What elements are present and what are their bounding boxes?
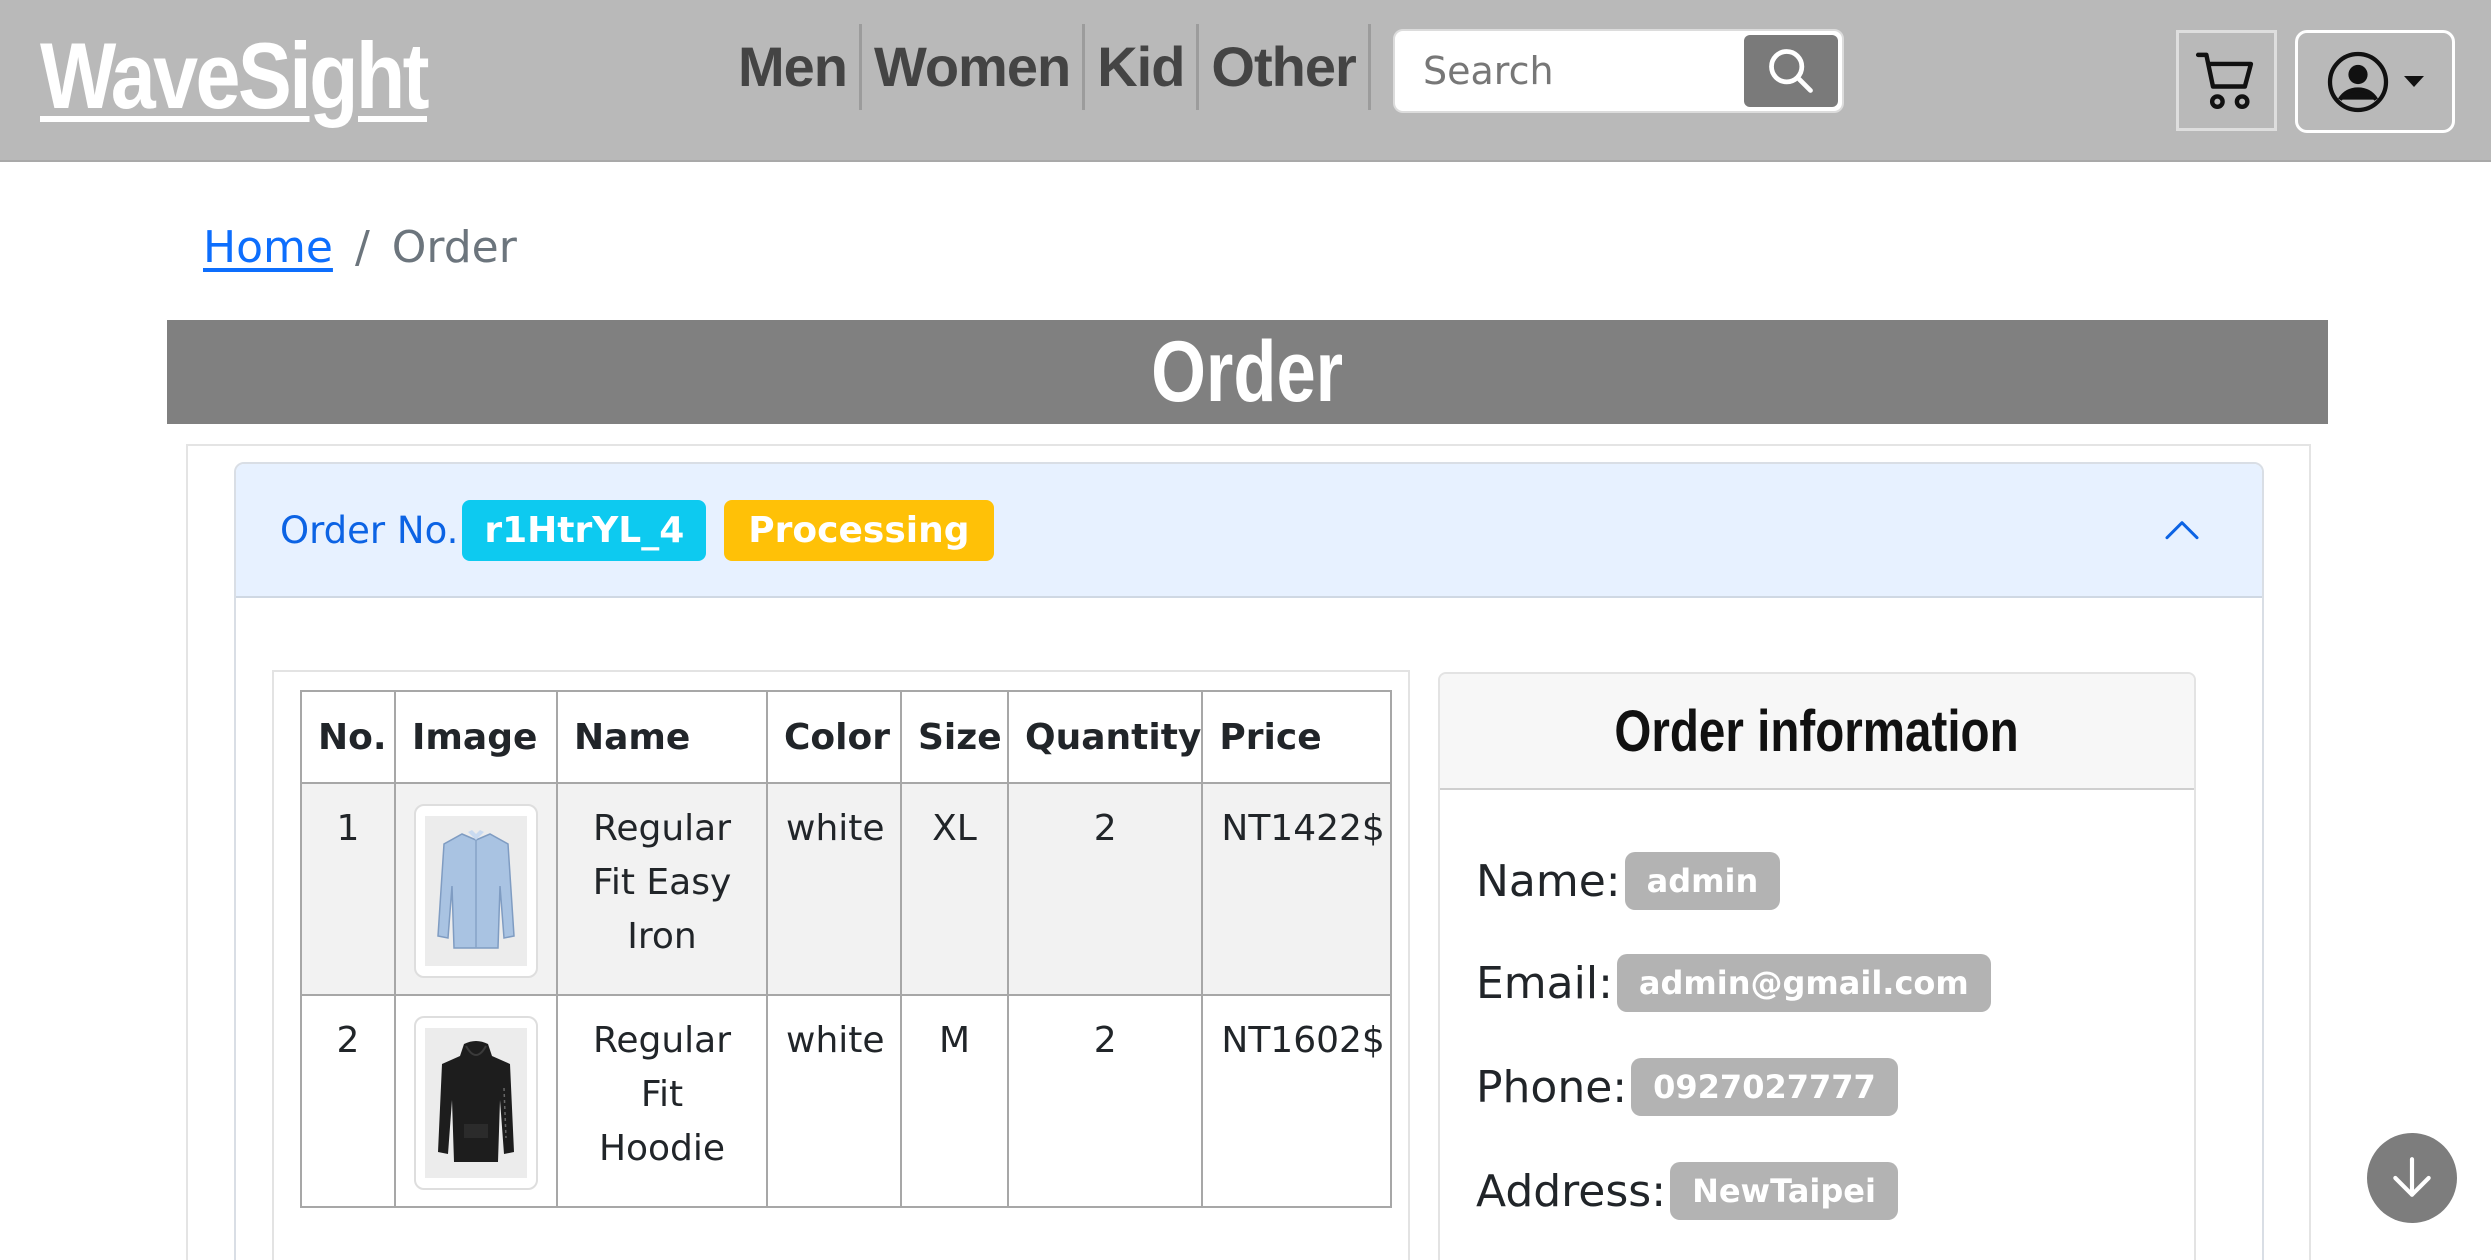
cell-image [394,994,558,1208]
breadcrumb-separator: / [354,222,370,273]
order-status-badge: Processing [724,499,994,561]
column-header-size: Size [900,690,1009,784]
info-value-phone: 0927027777 [1631,1058,1898,1116]
column-header-no: No. [300,690,396,784]
order-info-card: Order information Name: admin Email: adm… [1438,672,2196,1260]
info-row-email: Email: admin@gmail.com [1476,954,1991,1012]
navbar: WaveSight Men Women Kid Other [0,0,2491,162]
order-info-header: Order information [1440,674,2194,790]
search-button[interactable] [1744,35,1838,107]
cell-name: Regular Fit Hoodie [556,994,768,1208]
product-image[interactable] [414,1016,538,1190]
nav-link-other[interactable]: Other [1199,24,1371,110]
cell-quantity: 2 [1006,782,1204,996]
caret-down-icon [2404,75,2424,87]
chevron-up-icon[interactable] [2162,511,2202,551]
breadcrumb-home-link[interactable]: Home [203,222,333,273]
scroll-down-button[interactable] [2367,1133,2457,1223]
cell-image [394,782,558,996]
column-header-image: Image [394,690,558,784]
cell-name: Regular Fit Easy Iron [556,782,768,996]
page-title: Order [1151,323,1344,420]
column-header-color: Color [766,690,902,784]
info-label-phone: Phone: [1476,1061,1628,1113]
shirt-image [425,816,527,966]
column-header-name: Name [556,690,768,784]
hoodie-image [425,1028,527,1178]
info-value-email: admin@gmail.com [1616,954,1991,1012]
info-label-name: Name: [1476,855,1621,907]
column-header-price: Price [1201,690,1393,784]
category-nav: Men Women Kid Other [738,24,1371,110]
info-row-name: Name: admin [1476,852,1781,910]
cart-icon [2195,52,2253,109]
search-icon [1769,49,1813,93]
search-box [1393,29,1844,113]
product-image[interactable] [414,804,538,978]
cell-size: M [900,994,1009,1208]
nav-link-women[interactable]: Women [862,24,1086,110]
cell-color: white [766,782,902,996]
order-number-label: Order No. [280,508,459,552]
table-row: 2 Regular Fit Hoodie white M 2 NT1602$ [300,994,1393,1208]
product-name-line: Regular [592,808,732,849]
product-name-line: Fit [640,1074,684,1115]
cell-size: XL [900,782,1009,996]
info-value-address: NewTaipei [1670,1162,1898,1220]
breadcrumb: Home / Order [203,222,517,273]
info-label-address: Address: [1476,1165,1667,1217]
table-header-row: No. Image Name Color Size Quantity Price [300,690,1393,784]
product-name-line: Iron [627,916,697,957]
order-accordion-header[interactable]: Order No. r1HtrYL_4 Processing [236,464,2262,598]
cell-no: 1 [300,782,396,996]
cart-button[interactable] [2176,30,2277,131]
order-items-table: No. Image Name Color Size Quantity Price… [300,690,1393,1208]
info-row-address: Address: NewTaipei [1476,1162,1898,1220]
product-name-line: Fit Easy [592,862,732,903]
arrow-down-icon [2393,1157,2431,1197]
brand-logo[interactable]: WaveSight [40,22,430,130]
order-info-title: Order information [1614,698,2020,764]
cell-no: 2 [300,994,396,1208]
info-value-name: admin [1624,852,1781,910]
info-label-email: Email: [1476,957,1613,1009]
user-circle-icon [2327,51,2389,112]
cell-price: NT1602$ [1201,994,1393,1208]
product-name-line: Hoodie [598,1128,726,1169]
cell-price: NT1422$ [1201,782,1393,996]
table-row: 1 Regular Fit Easy Iron white XL 2 NT142… [300,782,1393,996]
column-header-quantity: Quantity [1006,690,1204,784]
page-title-banner: Order [167,320,2328,424]
cell-quantity: 2 [1006,994,1204,1208]
order-number-badge: r1HtrYL_4 [462,499,707,561]
shirt-icon [437,830,515,949]
info-row-phone: Phone: 0927027777 [1476,1058,1898,1116]
search-input[interactable] [1395,31,1747,111]
cell-color: white [766,994,902,1208]
hoodie-icon [438,1041,514,1162]
user-menu-button[interactable] [2295,30,2455,133]
nav-link-men[interactable]: Men [738,24,862,110]
breadcrumb-current: Order [391,222,517,273]
nav-link-kid[interactable]: Kid [1085,24,1200,110]
product-name-line: Regular [592,1020,732,1061]
